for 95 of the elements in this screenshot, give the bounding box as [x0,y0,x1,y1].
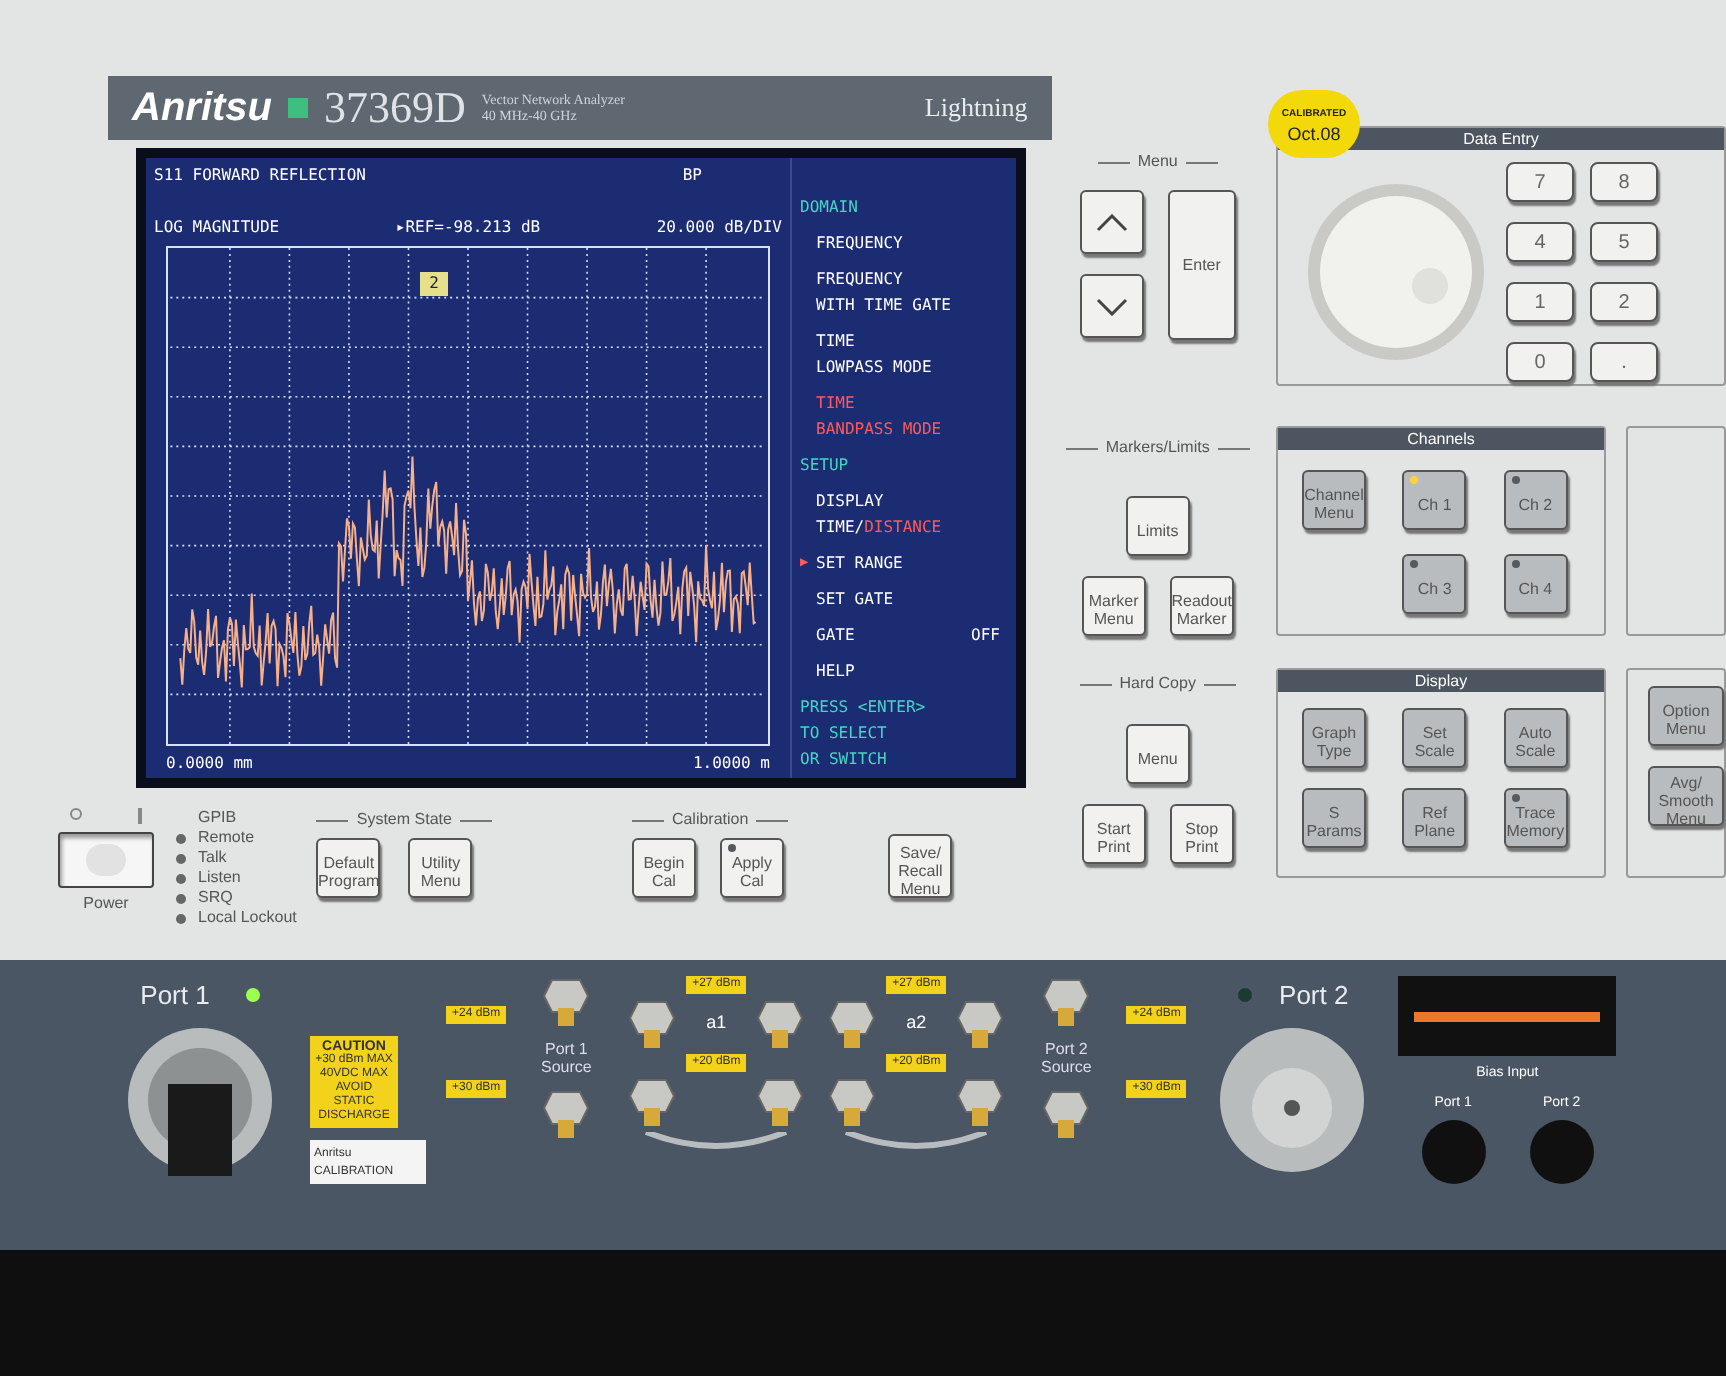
logo-square-icon [288,98,308,118]
reference-level: ▸REF=-98.213 dB [395,216,541,240]
menu-option[interactable]: TIME BANDPASS MODE [800,390,1008,442]
section-title: System State [356,808,452,832]
menu-option[interactable]: SET GATE [800,586,1008,612]
connector-icon [954,998,1007,1050]
number-key[interactable]: 4 [1506,222,1574,262]
port-label: Port 1 [140,978,210,1014]
panel-key[interactable]: Stop Print [1169,804,1234,864]
status-label: Local Lockout [198,908,297,928]
panel-key[interactable]: Set Scale [1402,708,1467,768]
down-arrow-key[interactable] [1079,274,1144,338]
menu-heading: SETUP [800,454,851,478]
panel-title: Channels [1278,428,1604,450]
panel-key[interactable]: Ref Plane [1402,788,1467,848]
scale-readout: 20.000 dB/DIV [656,216,782,240]
menu-option[interactable]: TIME LOWPASS MODE [800,328,1008,380]
connector-icon [540,1088,593,1140]
panel-key[interactable]: Trace Memory [1503,788,1568,848]
bias-input-jack [1419,1118,1488,1186]
panel-key[interactable]: Ch 2 [1503,470,1568,530]
series-name: Lightning [924,90,1028,127]
panel-key[interactable]: Option Menu [1648,686,1724,746]
panel-key[interactable]: Marker Menu [1081,576,1146,636]
menu-heading: DOMAIN [800,196,860,220]
status-label: Listen [198,868,241,888]
section-title: Markers/Limits [1105,436,1210,460]
model-number: 37369D [324,86,466,130]
panel-key[interactable]: Auto Scale [1503,708,1568,768]
x-end-label: 1.0000 m [692,752,770,776]
panel-key[interactable]: Begin Cal [631,838,696,898]
menu-option[interactable]: FREQUENCY WITH TIME GATE [800,266,1008,318]
bias-input-jack [1527,1118,1596,1186]
menu-option[interactable]: DISPLAY TIME/DISTANCE [800,488,1008,540]
number-key[interactable]: 1 [1506,282,1574,322]
port-source-label: Port 2 Source [1039,1040,1094,1076]
number-key[interactable]: 8 [1590,162,1658,202]
panel-key[interactable]: Utility Menu [408,838,473,898]
number-key[interactable]: 5 [1590,222,1658,262]
connector-icon [540,976,593,1028]
number-key[interactable]: 0 [1506,342,1574,382]
number-key[interactable]: 2 [1590,282,1658,322]
section-title: Menu [1137,150,1178,174]
chevron-down-icon [1095,297,1128,315]
panel-key[interactable]: S Params [1302,788,1366,848]
connector-icon [754,1076,807,1128]
menu-option[interactable]: FREQUENCY [800,230,1008,256]
mode-label: BP [682,164,702,188]
brand-logo: Anritsu [132,88,272,128]
panel-key[interactable]: Channel Menu [1302,470,1366,530]
port-source-label: Port 1 Source [539,1040,594,1076]
status-label: SRQ [198,888,233,908]
section-title: Hard Copy [1119,672,1196,696]
connector-icon [1040,976,1093,1028]
connector-icon [954,1076,1007,1128]
panel-key[interactable]: Limits [1125,496,1190,556]
chevron-up-icon [1095,213,1128,231]
port-label: Port 2 [1279,978,1349,1014]
panel-key[interactable]: Apply Cal [719,838,784,898]
panel-key[interactable]: Save/ Recall Menu [888,834,953,898]
status-label: Remote [198,828,255,848]
connector-icon [826,998,879,1050]
power-switch[interactable] [58,832,154,888]
up-arrow-key[interactable] [1079,190,1144,254]
enter-key[interactable]: Enter [1167,190,1236,340]
gpib-title: GPIB [196,808,239,828]
number-key[interactable]: . [1590,342,1658,382]
x-start-label: 0.0000 mm [166,752,253,776]
section-title: Calibration [671,808,749,832]
menu-option[interactable]: GATE OFF [800,622,1008,648]
connector-icon [1040,1088,1093,1140]
menu-option[interactable]: HELP [800,658,1008,684]
panel-key[interactable]: Avg/ Smooth Menu [1648,766,1724,826]
menu-hint: PRESS <ENTER> TO SELECT OR SWITCH [800,696,928,772]
measurement-title: S11 FORWARD REFLECTION [154,164,366,188]
panel-key[interactable]: Start Print [1081,804,1146,864]
loop-label: a2 [906,1010,927,1036]
connector-icon [626,1076,679,1128]
panel-key[interactable]: Ch 4 [1503,554,1568,614]
power-label: Power [83,892,129,916]
panel-key[interactable]: Readout Marker [1169,576,1234,636]
panel-key[interactable]: Ch 1 [1402,470,1467,530]
loop-label: a1 [706,1010,727,1036]
status-label: Talk [198,848,227,868]
panel-key[interactable]: Graph Type [1302,708,1366,768]
panel-key[interactable]: Ch 3 [1402,554,1467,614]
panel-key[interactable]: Menu [1125,724,1190,784]
marker-flag: 2 [420,272,448,296]
connector-icon [754,998,807,1050]
panel-title: Display [1278,670,1604,692]
connector-icon [826,1076,879,1128]
trace-format: LOG MAGNITUDE [154,216,280,240]
panel-key[interactable]: Default Program [316,838,381,898]
number-key[interactable]: 7 [1506,162,1574,202]
connector-icon [626,998,679,1050]
